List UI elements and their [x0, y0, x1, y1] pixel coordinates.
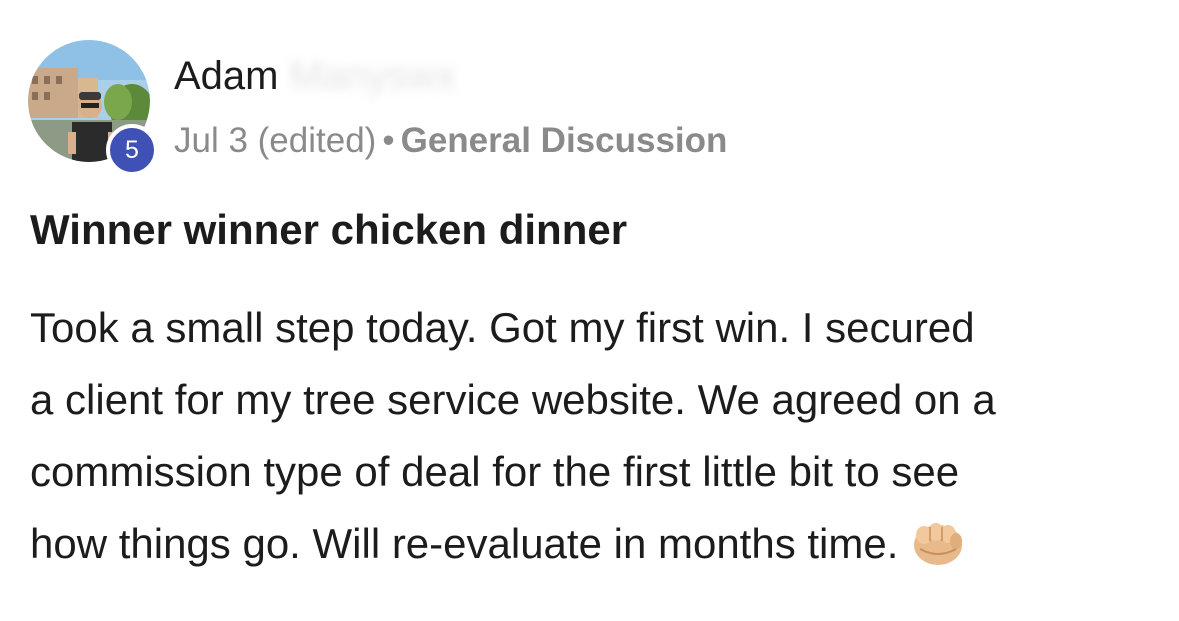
author-first-name[interactable]: Adam [174, 54, 279, 98]
post-body-line: Took a small step today. Got my first wi… [30, 304, 975, 351]
author-last-name-obscured: Manyswx [289, 54, 457, 98]
post-date: Jul 3 (edited) [174, 121, 377, 160]
author-avatar-container[interactable]: 5 [28, 40, 158, 176]
post-body-line-text: how things go. Will re-evaluate in month… [30, 520, 899, 567]
post-meta: Jul 3 (edited) • General Discussion [174, 120, 727, 162]
post-body-line-last: how things go. Will re-evaluate in month… [30, 508, 1150, 580]
post-body: Took a small step today. Got my first wi… [30, 292, 1150, 580]
level-badge: 5 [106, 124, 158, 176]
post-title[interactable]: Winner winner chicken dinner [30, 204, 627, 256]
fist-bump-icon [914, 522, 963, 565]
post-body-line: commission type of deal for the first li… [30, 448, 960, 495]
post-body-line: a client for my tree service website. We… [30, 376, 996, 423]
post-card: 5 Adam Manyswx Jul 3 (edited) • General Di… [0, 0, 1179, 621]
meta-separator: • [382, 121, 395, 160]
author-name[interactable]: Adam Manyswx [174, 52, 456, 100]
post-category-link[interactable]: General Discussion [401, 121, 728, 160]
